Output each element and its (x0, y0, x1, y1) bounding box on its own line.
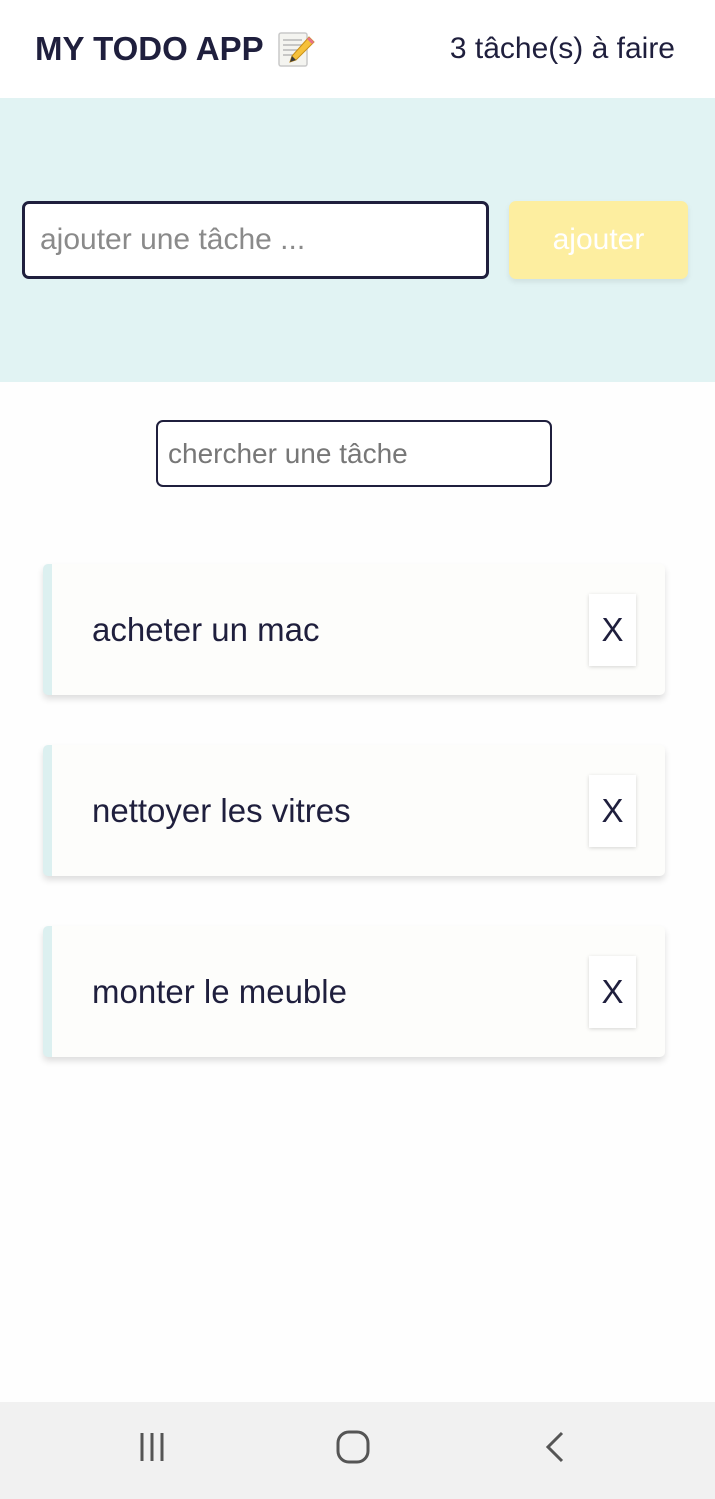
memo-icon (276, 29, 316, 69)
delete-todo-button[interactable]: X (589, 775, 636, 847)
todo-item-label: acheter un mac (92, 610, 320, 648)
todo-list: acheter un mac X nettoyer les vitres X m… (43, 564, 665, 1107)
search-task-input[interactable] (156, 420, 552, 487)
home-icon (334, 1428, 372, 1471)
todo-item[interactable]: acheter un mac X (43, 564, 665, 695)
back-button[interactable] (520, 1424, 590, 1474)
task-counter: 3 tâche(s) à faire (449, 32, 675, 65)
add-task-input[interactable] (22, 201, 489, 279)
app-header: MY TODO APP 3 tâche(s) à faire (0, 0, 715, 98)
home-button[interactable] (318, 1424, 388, 1474)
system-navigation-bar (0, 1402, 715, 1499)
delete-todo-button[interactable]: X (589, 956, 636, 1028)
todo-item[interactable]: nettoyer les vitres X (43, 745, 665, 876)
add-task-panel: ajouter (0, 98, 715, 382)
todo-item-label: nettoyer les vitres (92, 791, 351, 829)
todo-item-label: monter le meuble (92, 972, 347, 1010)
todo-item[interactable]: monter le meuble X (43, 926, 665, 1057)
delete-todo-button[interactable]: X (589, 594, 636, 666)
app-title-text: MY TODO APP (35, 30, 264, 67)
back-icon (538, 1430, 572, 1469)
recents-button[interactable] (118, 1424, 188, 1474)
app-title: MY TODO APP (35, 29, 316, 69)
recents-icon (136, 1430, 170, 1469)
add-task-button[interactable]: ajouter (509, 201, 688, 279)
